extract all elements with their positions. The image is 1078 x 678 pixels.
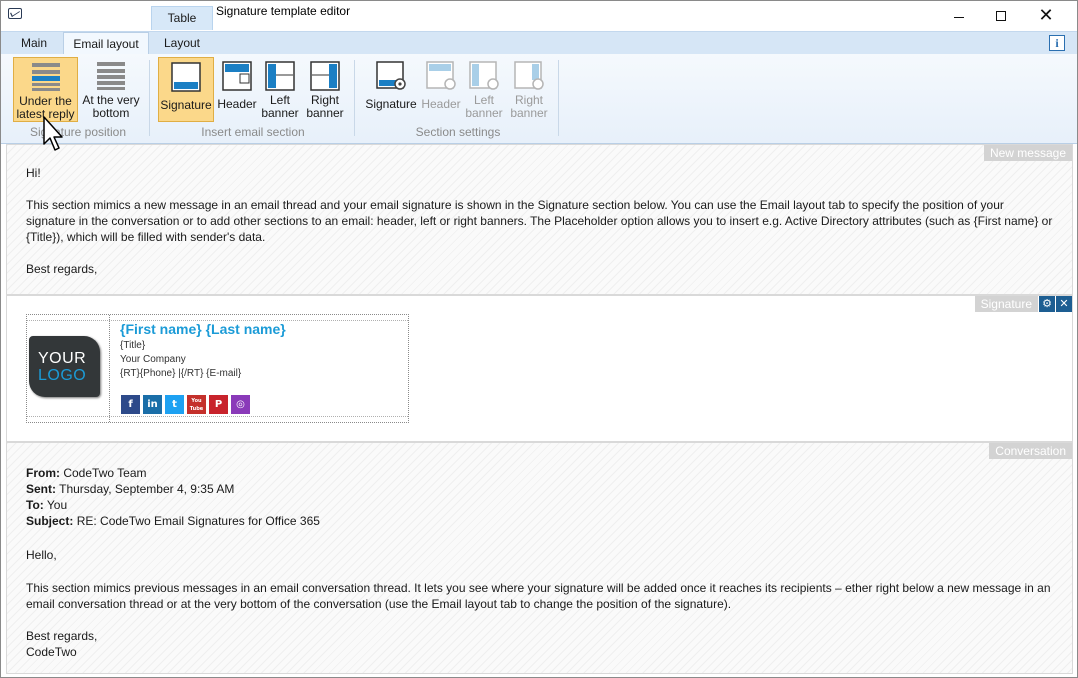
at-very-bottom-icon <box>97 62 125 90</box>
insert-left-banner-label: Left banner <box>261 93 299 120</box>
signature-tag: Signature <box>974 296 1038 312</box>
ribbon: Under the latest reply At the very botto… <box>1 54 1077 144</box>
right-banner-settings-icon <box>514 61 544 90</box>
under-latest-reply-button[interactable]: Under the latest reply <box>13 57 78 122</box>
signature-settings-label: Signature <box>365 97 417 111</box>
signature-title-placeholder[interactable]: {Title} <box>120 340 145 351</box>
pinterest-icon[interactable]: P <box>209 395 228 414</box>
sent-line: Sent: Thursday, September 4, 9:35 AM <box>26 481 1056 497</box>
maximize-button[interactable] <box>978 1 1024 31</box>
ribbon-separator <box>149 60 150 136</box>
signature-section[interactable]: Signature ⚙ ✕ YOUR LOGO {First name} {La… <box>6 295 1073 442</box>
insert-left-banner-button[interactable]: Left banner <box>259 57 301 122</box>
insert-signature-label: Signature <box>160 98 212 112</box>
left-banner-settings-button[interactable]: Left banner <box>463 57 505 122</box>
at-very-bottom-label: At the very bottom <box>82 93 140 120</box>
tab-email-layout[interactable]: Email layout <box>63 32 149 55</box>
ribbon-tabs: Main Email layout Layout i <box>1 31 1077 55</box>
to-value: You <box>46 498 68 512</box>
to-line: To: You <box>26 497 1056 513</box>
sent-label: Sent: <box>26 482 56 496</box>
logo-text-bottom: LOGO <box>38 367 87 384</box>
instagram-icon[interactable]: ◎ <box>231 395 250 414</box>
email-preview: New message Hi! This section mimics a ne… <box>6 144 1073 674</box>
info-icon[interactable]: i <box>1049 35 1065 51</box>
new-message-section[interactable]: New message Hi! This section mimics a ne… <box>6 144 1073 295</box>
close-icon[interactable]: ✕ <box>1056 296 1072 312</box>
signature-position-group-label: Signature position <box>29 125 127 139</box>
conversation-greeting: Hello, <box>26 548 57 562</box>
left-banner-icon <box>265 61 295 91</box>
signature-settings-button[interactable]: Signature <box>363 57 419 122</box>
new-message-tag: New message <box>983 145 1072 161</box>
conversation-body: This section mimics previous messages in… <box>26 581 1051 611</box>
new-message-greeting: Hi! <box>26 166 41 180</box>
signature-name-placeholder[interactable]: {First name} {Last name} <box>120 321 286 337</box>
close-window-button[interactable]: ✕ <box>1023 1 1069 31</box>
app-mail-icon <box>8 8 22 19</box>
subject-line: Subject: RE: CodeTwo Email Signatures fo… <box>26 513 1056 529</box>
right-banner-settings-label: Right banner <box>510 93 548 120</box>
conversation-sender: CodeTwo <box>26 645 77 659</box>
left-banner-settings-label: Left banner <box>465 93 503 120</box>
tab-table-context[interactable]: Table <box>151 6 213 30</box>
from-line: From: CodeTwo Team <box>26 465 1056 481</box>
subject-value: RE: CodeTwo Email Signatures for Office … <box>76 514 320 528</box>
table-grid-line <box>27 416 408 417</box>
ribbon-separator <box>354 60 355 136</box>
signature-company[interactable]: Your Company <box>120 354 186 365</box>
insert-header-label: Header <box>217 97 257 111</box>
close-icon: ✕ <box>1038 5 1054 26</box>
new-message-body: This section mimics a new message in an … <box>26 198 1053 244</box>
twitter-icon[interactable]: t <box>165 395 184 414</box>
right-banner-settings-button[interactable]: Right banner <box>507 57 551 122</box>
header-settings-label: Header <box>421 97 461 111</box>
subject-label: Subject: <box>26 514 74 528</box>
at-very-bottom-button[interactable]: At the very bottom <box>80 57 142 122</box>
signature-section-icon <box>171 62 201 92</box>
signature-contact-placeholder[interactable]: {RT}{Phone} |{/RT} {E-mail} <box>120 368 241 379</box>
conversation-tag: Conversation <box>989 443 1072 459</box>
under-latest-reply-icon <box>31 63 60 91</box>
new-message-closing: Best regards, <box>26 262 98 276</box>
signature-editor-window: Table Signature template editor ✕ Main E… <box>0 0 1078 678</box>
conversation-section[interactable]: Conversation From: CodeTwo Team Sent: Th… <box>6 442 1073 674</box>
section-settings-group-label: Section settings <box>415 125 501 139</box>
conversation-closing: Best regards, <box>26 629 98 643</box>
company-logo[interactable]: YOUR LOGO <box>29 336 100 397</box>
logo-text-top: YOUR <box>38 350 87 367</box>
header-settings-icon <box>426 61 456 90</box>
minimize-icon <box>954 16 964 18</box>
title-bar: Table Signature template editor ✕ <box>1 1 1077 31</box>
from-label: From: <box>26 466 60 480</box>
tab-main[interactable]: Main <box>11 32 57 55</box>
sent-value: Thursday, September 4, 9:35 AM <box>59 482 235 496</box>
window-title: Signature template editor <box>216 4 351 18</box>
right-banner-icon <box>310 61 340 91</box>
insert-email-section-group-label: Insert email section <box>201 125 305 139</box>
table-column-divider <box>109 315 110 422</box>
linkedin-icon[interactable]: in <box>143 395 162 414</box>
header-section-icon <box>222 61 252 91</box>
insert-right-banner-button[interactable]: Right banner <box>303 57 347 122</box>
mouse-cursor-icon <box>43 116 63 151</box>
insert-header-button[interactable]: Header <box>215 57 259 122</box>
to-label: To: <box>26 498 44 512</box>
from-value: CodeTwo Team <box>63 466 147 480</box>
signature-table[interactable]: YOUR LOGO {First name} {Last name} {Titl… <box>26 314 409 423</box>
minimize-button[interactable] <box>936 1 982 31</box>
header-settings-button[interactable]: Header <box>419 57 463 122</box>
youtube-icon[interactable]: You Tube <box>187 395 206 414</box>
tab-layout[interactable]: Layout <box>151 32 213 55</box>
facebook-icon[interactable]: f <box>121 395 140 414</box>
insert-right-banner-label: Right banner <box>306 93 344 120</box>
ribbon-separator <box>558 60 559 136</box>
left-banner-settings-icon <box>469 61 499 90</box>
signature-settings-icon <box>376 61 406 90</box>
insert-signature-button[interactable]: Signature <box>158 57 214 122</box>
social-icons: f in t You Tube P ◎ <box>121 395 250 414</box>
maximize-icon <box>996 11 1006 21</box>
gear-icon[interactable]: ⚙ <box>1039 296 1055 312</box>
